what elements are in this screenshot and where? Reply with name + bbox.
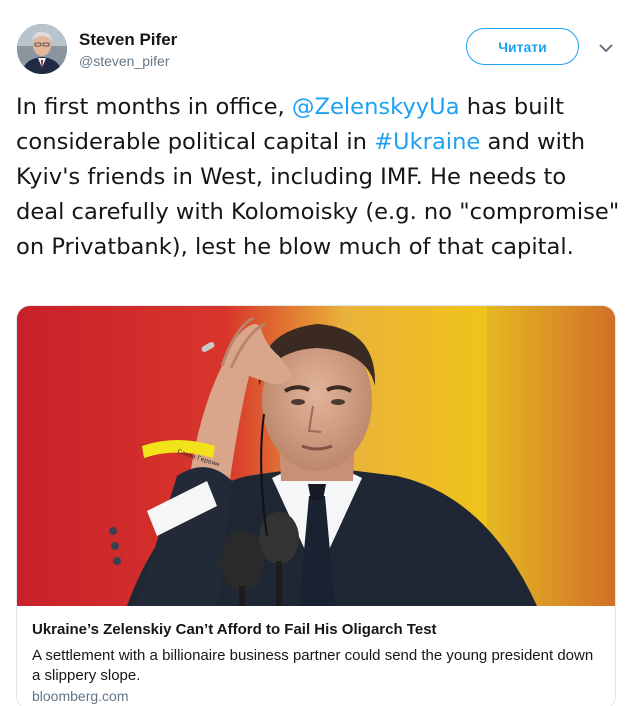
tweet-header: Steven Pifer @steven_pifer Читати (0, 0, 633, 80)
card-description: A settlement with a billionaire business… (32, 647, 594, 684)
card-image[interactable]: Слава Героям (17, 306, 615, 606)
hashtag-link[interactable]: #Ukraine (374, 129, 480, 155)
card-domain[interactable]: bloomberg.com (32, 688, 129, 704)
user-avatar-icon (17, 24, 67, 74)
mention-link[interactable]: @ZelenskyyUa (292, 94, 460, 120)
chevron-down-icon[interactable] (596, 40, 616, 56)
follow-button[interactable]: Читати (466, 28, 579, 65)
card-title[interactable]: Ukraine’s Zelenskiy Can’t Afford to Fail… (32, 621, 437, 638)
tweet-text-part: In first months in office, (16, 94, 292, 120)
author-avatar[interactable] (17, 24, 67, 74)
author-handle[interactable]: @steven_pifer (79, 53, 169, 69)
author-name[interactable]: Steven Pifer (79, 30, 177, 50)
tweet-text: In first months in office, @ZelenskyyUa … (16, 90, 621, 265)
card-photo: Слава Героям (17, 306, 615, 606)
link-card[interactable]: Слава Героям Ukraine’s Zelenskiy Can’t A… (16, 305, 616, 706)
